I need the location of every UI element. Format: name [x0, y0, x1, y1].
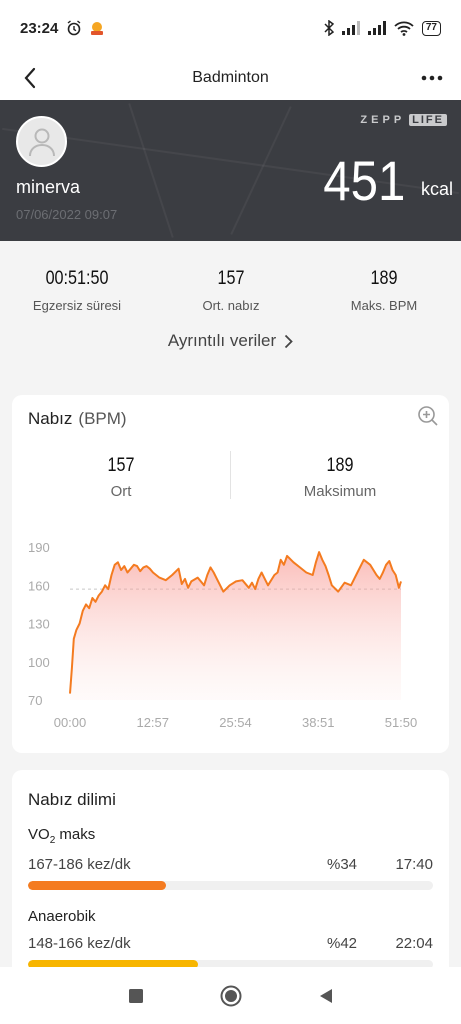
- brand-text: ZEPP: [360, 114, 406, 126]
- max-hr-label: Maksimum: [303, 483, 377, 500]
- x-tick-label: 51:50: [385, 715, 418, 730]
- max-hr-value: 189: [326, 455, 354, 476]
- y-tick-label: 190: [28, 540, 50, 555]
- x-tick-label: 38:51: [302, 715, 335, 730]
- zone-item: VO2 maks 167-186 kez/dk %34 17:40: [28, 826, 433, 890]
- stat-max-bpm: 189 Maks. BPM: [307, 268, 461, 313]
- y-tick-label: 100: [28, 655, 50, 670]
- wifi-icon: [394, 21, 414, 36]
- heart-rate-unit: (BPM): [78, 409, 127, 428]
- stat-duration: 00:51:50 Egzersiz süresi: [0, 268, 154, 313]
- stat-value: 189: [370, 268, 398, 289]
- signal-icon: [341, 21, 360, 35]
- summary-stats: 00:51:50 Egzersiz süresi 157 Ort. nabız …: [0, 241, 461, 381]
- avg-hr-stat: 157 Ort: [12, 455, 230, 500]
- zoom-button[interactable]: [417, 405, 439, 432]
- zone-percent: %42: [327, 935, 358, 952]
- brand-logo: ZEPP LIFE: [360, 114, 447, 126]
- zone-progress-track: [28, 881, 433, 890]
- chevron-right-icon: [285, 334, 293, 348]
- max-hr-stat: 189 Maksimum: [231, 455, 449, 500]
- x-tick-label: 25:54: [219, 715, 252, 730]
- detailed-data-link[interactable]: Ayrıntılı veriler: [0, 331, 461, 351]
- back-nav-button[interactable]: [318, 988, 334, 1004]
- stat-avg-hr: 157 Ort. nabız: [154, 268, 308, 313]
- calories-value: 451: [322, 149, 405, 212]
- app-notification-icon: [91, 22, 104, 35]
- heart-rate-title: Nabız (BPM): [28, 409, 127, 429]
- user-placeholder-icon: [28, 128, 55, 156]
- calories-unit: kcal: [420, 179, 453, 199]
- back-button[interactable]: [16, 64, 44, 92]
- avg-hr-label: Ort: [110, 483, 132, 500]
- avg-hr-value: 157: [107, 455, 135, 476]
- more-options-button[interactable]: [421, 64, 443, 87]
- heart-rate-chart: 190 160 130 100 70 00:00 12:57 25:54 38:51 51:50: [28, 540, 418, 730]
- stat-label: Maks. BPM: [350, 298, 418, 313]
- top-nav-bar: Badminton: [0, 56, 461, 100]
- alarm-icon: [67, 20, 81, 36]
- brand-badge: LIFE: [409, 114, 447, 126]
- avatar[interactable]: [16, 116, 67, 167]
- stat-label: Ort. nabız: [202, 298, 260, 313]
- bluetooth-icon: [324, 20, 334, 36]
- system-nav-bar: [0, 967, 461, 1024]
- y-tick-label: 70: [28, 693, 42, 708]
- zone-name: VO2 maks: [28, 826, 96, 846]
- recent-apps-button[interactable]: [128, 988, 144, 1004]
- heart-rate-zones-card: Nabız dilimi VO2 maks 167-186 kez/dk %34…: [12, 770, 449, 970]
- workout-date: 07/06/2022 09:07: [16, 207, 118, 222]
- status-bar: 23:24 77: [0, 0, 461, 56]
- workout-header: minerva 07/06/2022 09:07 ZEPP LIFE 451 k…: [0, 100, 461, 241]
- zone-progress-fill: [28, 881, 166, 890]
- signal-icon-2: [367, 21, 386, 35]
- zoom-in-icon: [418, 406, 438, 426]
- battery-indicator: 77: [421, 20, 441, 36]
- stat-label: Egzersiz süresi: [32, 298, 122, 313]
- zone-percent: %34: [327, 856, 358, 873]
- y-tick-label: 160: [28, 578, 50, 593]
- zone-item: Anaerobik 148-166 kez/dk %42 22:04: [28, 908, 433, 969]
- zone-range: 148-166 kez/dk: [28, 935, 131, 952]
- zone-range: 167-186 kez/dk: [28, 856, 131, 873]
- y-tick-label: 130: [28, 617, 50, 632]
- stat-value: 00:51:50: [45, 268, 109, 289]
- x-tick-label: 12:57: [136, 715, 169, 730]
- page-title: Badminton: [192, 69, 269, 86]
- zone-name: Anaerobik: [28, 908, 96, 925]
- heart-rate-card: Nabız (BPM) 157 Ort 189 Maksimum 190 160 13…: [12, 395, 449, 753]
- chevron-left-icon: [24, 67, 36, 89]
- heart-rate-title-text: Nabız: [28, 409, 73, 428]
- home-button[interactable]: [220, 985, 242, 1007]
- stat-value: 157: [217, 268, 245, 289]
- zone-duration: 17:40: [395, 856, 433, 873]
- status-time: 23:24: [20, 19, 59, 37]
- zone-duration: 22:04: [395, 935, 433, 952]
- username: minerva: [16, 177, 81, 197]
- background-decor-line: [230, 106, 292, 235]
- more-dots-icon: [421, 75, 443, 81]
- detailed-data-label: Ayrıntılı veriler: [167, 331, 277, 350]
- background-decor-line: [128, 103, 174, 238]
- x-tick-label: 00:00: [54, 715, 87, 730]
- zones-title: Nabız dilimi: [28, 790, 116, 809]
- heart-rate-area: [70, 552, 401, 700]
